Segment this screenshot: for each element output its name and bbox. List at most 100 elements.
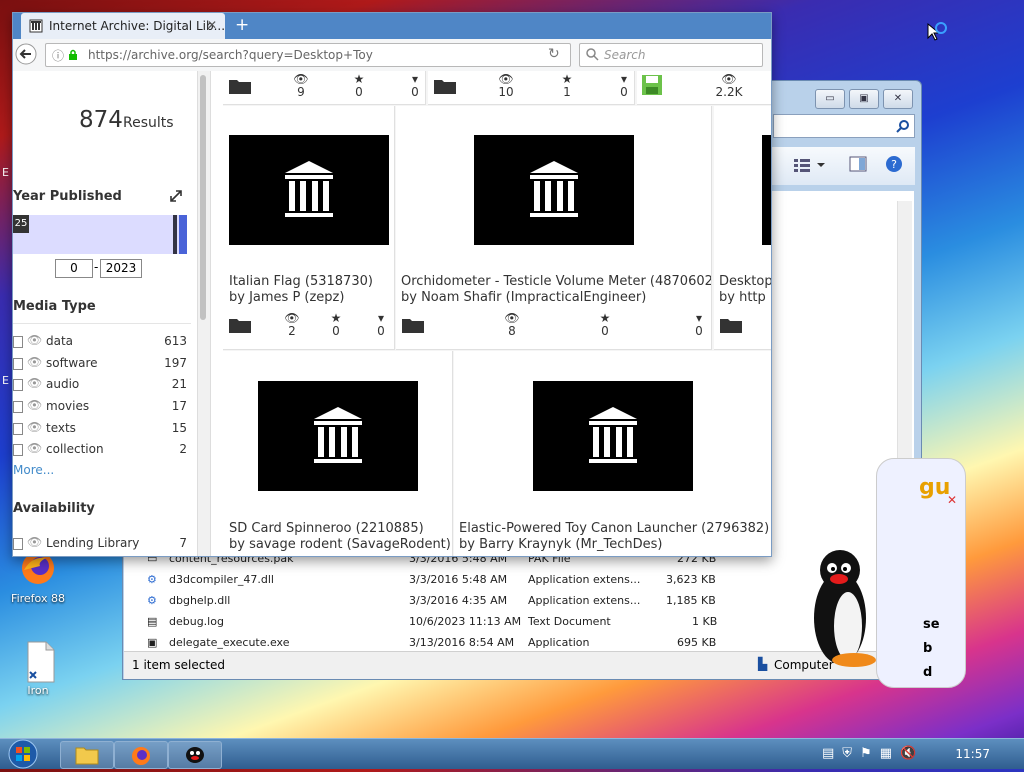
media-type-heading: Media Type xyxy=(13,299,96,314)
year-to-input[interactable]: 2023 xyxy=(100,259,142,278)
reload-icon[interactable]: ↻ xyxy=(548,46,560,62)
pingu-text-fragment: se xyxy=(923,617,940,632)
browser-tab-active[interactable]: Internet Archive: Digital Lib... ✕ xyxy=(21,13,225,39)
result-card[interactable]: Elastic-Powered Toy Canon Launcher (2796… xyxy=(454,351,771,556)
security-shield-icon[interactable]: ⛨ xyxy=(842,746,852,761)
media-type-row[interactable]: 👁 collection 2 xyxy=(13,441,191,459)
new-tab-button[interactable]: + xyxy=(235,15,249,35)
file-row[interactable]: ⚙ d3dcompiler_47.dll 3/3/2016 5:48 AM Ap… xyxy=(147,570,727,590)
availability-heading: Availability xyxy=(13,501,95,516)
favorites-stat: ★ 0 xyxy=(344,73,374,99)
taskbar-explorer-button[interactable] xyxy=(60,741,114,769)
checkbox[interactable] xyxy=(13,423,23,435)
result-card[interactable]: SD Card Spinneroo (2210885) by savage ro… xyxy=(223,351,453,556)
dll-file-icon: ⚙ xyxy=(147,594,157,607)
file-name: dbghelp.dll xyxy=(169,594,231,607)
more-link[interactable]: More... xyxy=(13,463,54,477)
item-thumbnail[interactable] xyxy=(762,135,771,245)
item-byline: by savage rodent (SavageRodent) xyxy=(229,537,451,552)
year-range-handle[interactable] xyxy=(173,215,177,254)
eye-icon[interactable]: 👁 xyxy=(27,355,42,369)
taskbar-firefox-button[interactable] xyxy=(114,741,168,769)
checkbox[interactable] xyxy=(13,358,23,370)
media-type-label: audio xyxy=(46,377,80,391)
scroll-thumb[interactable] xyxy=(200,75,206,320)
archive-favicon-icon xyxy=(29,19,43,33)
start-button[interactable] xyxy=(8,739,44,769)
iron-desktop-icon[interactable]: Iron xyxy=(8,640,68,697)
info-icon[interactable]: ⓘ xyxy=(52,47,64,64)
item-thumbnail[interactable] xyxy=(258,381,418,491)
explorer-search-input[interactable] xyxy=(773,114,915,138)
desktop-icon-label: Firefox 88 xyxy=(11,592,65,605)
checkbox[interactable] xyxy=(13,336,23,348)
taskbar-clock[interactable]: 11:57 xyxy=(955,747,990,761)
close-icon[interactable]: ✕ xyxy=(947,493,957,507)
eye-icon[interactable]: 👁 xyxy=(27,535,42,549)
availability-row[interactable]: 👁 Lending Library 7 xyxy=(13,535,191,553)
result-card-partial[interactable]: 👁 10 ★ 1 ▾ 0 xyxy=(428,71,635,105)
eye-icon[interactable]: 👁 xyxy=(27,398,42,412)
item-title[interactable]: Elastic-Powered Toy Canon Launcher (2796… xyxy=(459,521,769,536)
url-bar[interactable]: ⓘ https://archive.org/search?query=Deskt… xyxy=(45,43,571,67)
search-icon xyxy=(896,120,909,133)
tab-close-icon[interactable]: ✕ xyxy=(207,18,217,32)
pingu-text-fragment: b xyxy=(923,641,933,656)
pingu-penguin-image[interactable] xyxy=(808,548,882,675)
maximize-button[interactable]: ▣ xyxy=(849,89,879,109)
file-row[interactable]: ▤ debug.log 10/6/2023 11:13 AM Text Docu… xyxy=(147,612,727,632)
checkbox[interactable] xyxy=(13,444,23,456)
eye-icon[interactable]: 👁 xyxy=(27,441,42,455)
help-icon[interactable]: ? xyxy=(885,155,903,173)
media-type-row[interactable]: 👁 software 197 xyxy=(13,355,191,373)
eye-icon[interactable]: 👁 xyxy=(27,333,42,347)
item-thumbnail[interactable] xyxy=(474,135,634,245)
result-card-partial[interactable]: 👁 9 ★ 0 ▾ 0 xyxy=(223,71,426,105)
item-thumbnail[interactable] xyxy=(533,381,693,491)
eye-icon[interactable]: 👁 xyxy=(27,420,42,434)
close-button[interactable]: ✕ xyxy=(883,89,913,109)
file-name: delegate_execute.exe xyxy=(169,636,290,649)
checkbox[interactable] xyxy=(13,401,23,413)
network-icon[interactable]: ▦ xyxy=(880,746,892,761)
page-content: 874 Results Year Published 25 0 - 2023 M… xyxy=(13,71,771,556)
file-row[interactable]: ▣ delegate_execute.exe 3/13/2016 8:54 AM… xyxy=(147,633,727,653)
back-arrow-icon[interactable] xyxy=(15,43,37,65)
result-card[interactable]: Orchidometer - Testicle Volume Meter (48… xyxy=(396,106,712,350)
year-from-input[interactable]: 0 xyxy=(55,259,93,278)
year-range-handle[interactable] xyxy=(179,215,187,254)
media-type-row[interactable]: 👁 movies 17 xyxy=(13,398,191,416)
media-type-row[interactable]: 👁 data 613 xyxy=(13,333,191,351)
view-options-icon[interactable] xyxy=(793,157,827,173)
preview-pane-icon[interactable] xyxy=(849,156,867,172)
expand-icon[interactable] xyxy=(169,189,183,203)
volume-muted-icon[interactable]: 🔇 xyxy=(900,746,916,761)
clipboard-icon[interactable]: ▤ xyxy=(822,746,834,761)
result-card-partial[interactable]: Desktop by http xyxy=(714,106,771,350)
item-title[interactable]: Orchidometer - Testicle Volume Meter (48… xyxy=(401,274,711,289)
file-date: 3/3/2016 4:35 AM xyxy=(409,594,508,607)
year-histogram[interactable] xyxy=(13,215,185,254)
firefox-window[interactable]: Internet Archive: Digital Lib... ✕ + ⓘ h… xyxy=(12,12,772,557)
media-type-row[interactable]: 👁 audio 21 xyxy=(13,376,191,394)
file-size: 3,623 KB xyxy=(666,573,716,586)
flag-icon[interactable]: ⚑ xyxy=(860,746,872,761)
result-card[interactable]: Italian Flag (5318730) by James P (zepz)… xyxy=(223,106,395,350)
search-input[interactable]: Search xyxy=(579,43,763,67)
taskbar-pingu-button[interactable] xyxy=(168,741,222,769)
item-title[interactable]: Italian Flag (5318730) xyxy=(229,274,373,289)
search-icon xyxy=(586,48,599,61)
lock-icon xyxy=(69,49,77,60)
eye-icon[interactable]: 👁 xyxy=(27,376,42,390)
media-type-row[interactable]: 👁 texts 15 xyxy=(13,420,191,438)
result-card-partial[interactable]: 👁 2.2K xyxy=(637,71,771,105)
item-title[interactable]: SD Card Spinneroo (2210885) xyxy=(229,521,424,536)
checkbox[interactable] xyxy=(13,538,23,550)
checkbox[interactable] xyxy=(13,379,23,391)
pingu-text-fragment: d xyxy=(923,665,933,680)
sidebar-scrollbar[interactable] xyxy=(197,71,211,556)
item-thumbnail[interactable] xyxy=(229,135,389,245)
item-title[interactable]: Desktop xyxy=(719,274,771,289)
minimize-button[interactable]: ▭ xyxy=(815,89,845,109)
file-row[interactable]: ⚙ dbghelp.dll 3/3/2016 4:35 AM Applicati… xyxy=(147,591,727,611)
